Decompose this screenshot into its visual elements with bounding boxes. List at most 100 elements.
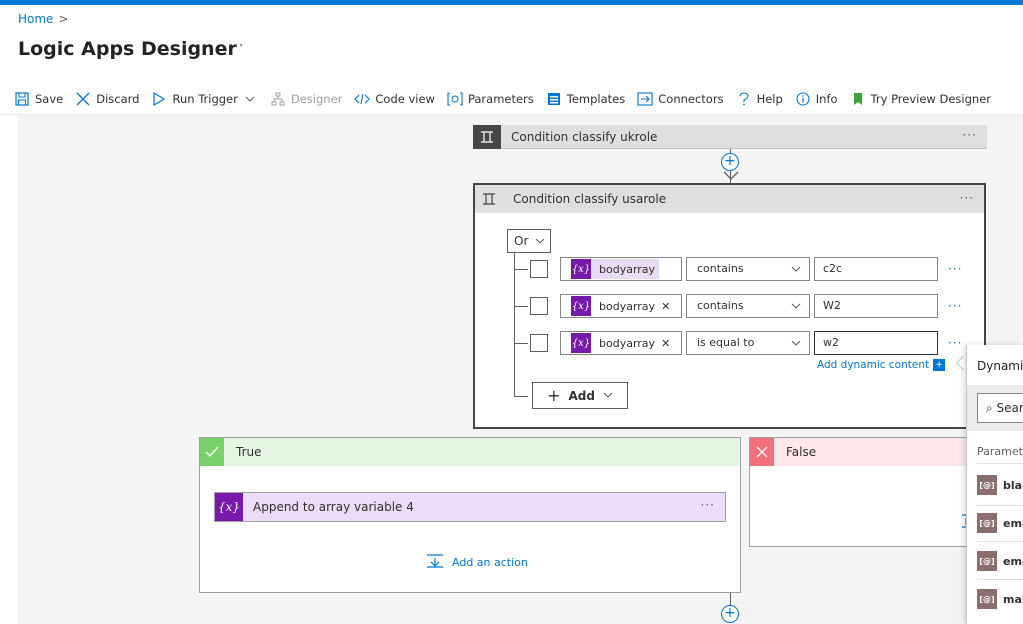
insert-step-button[interactable]: + [721, 605, 739, 623]
dynamic-item[interactable]: [@] emailaddress2 [977, 551, 1023, 571]
chevron-down-icon [535, 230, 545, 259]
divider [977, 579, 1023, 580]
condition-ukrole-more-button[interactable]: ··· [963, 128, 977, 142]
action-more-button[interactable]: ··· [701, 498, 715, 512]
row-more-button[interactable]: ··· [948, 336, 962, 350]
add-dynamic-content-link[interactable]: Add dynamic content + [817, 359, 946, 371]
token-label: bodyarray [599, 336, 656, 350]
designer-icon [270, 91, 286, 107]
true-branch-header[interactable]: True [200, 438, 740, 466]
remove-token-icon[interactable]: ✕ [661, 337, 670, 350]
parameters-label: Parameters [467, 92, 534, 106]
chevron-down-icon [791, 295, 801, 325]
tree-branch-line [514, 269, 528, 270]
add-action-label: Add an action [452, 556, 528, 569]
row-checkbox[interactable] [530, 334, 548, 352]
dynamic-item[interactable]: [@] emailaddress [977, 513, 1023, 533]
play-icon [151, 91, 167, 107]
help-button[interactable]: Help [736, 91, 783, 107]
append-array-action-card[interactable]: {x} Append to array variable 4 ··· [214, 492, 726, 522]
add-condition-button[interactable]: + Add [532, 382, 628, 409]
chevron-down-icon [603, 389, 613, 403]
save-icon [14, 91, 30, 107]
operator-select[interactable]: contains [686, 257, 810, 281]
parameters-button[interactable]: Parameters [447, 91, 534, 107]
discard-button[interactable]: Discard [75, 91, 139, 107]
true-branch: True {x} Append to array variable 4 ··· … [199, 437, 741, 593]
close-icon [75, 91, 91, 107]
left-operand-field[interactable]: {x} bodyarray ✕ [560, 331, 682, 355]
dynamic-item-label: mailbox [1003, 592, 1023, 606]
row-more-button[interactable]: ··· [948, 262, 962, 276]
false-branch-title: False [786, 445, 817, 459]
group-operator-value: Or [514, 234, 529, 248]
condition-usarole-card[interactable]: Condition classify usarole ··· Or {x} bo… [473, 183, 986, 429]
dynamic-search-area: ⌕ Search dynamic content [967, 385, 1023, 431]
run-trigger-label: Run Trigger [172, 92, 238, 106]
parameter-icon: [@] [977, 475, 997, 495]
code-icon [354, 91, 371, 107]
check-icon [200, 438, 224, 466]
condition-usarole-header[interactable]: Condition classify usarole ··· [475, 185, 984, 213]
row-checkbox[interactable] [530, 260, 548, 278]
chevron-down-icon [791, 332, 801, 362]
add-action-icon [426, 554, 444, 571]
try-preview-label: Try Preview Designer [870, 92, 991, 106]
left-operand-field[interactable]: {x} bodyarray ✕ [560, 294, 682, 318]
templates-icon [546, 91, 562, 107]
help-label: Help [756, 92, 783, 106]
connectors-button[interactable]: Connectors [637, 91, 724, 107]
variable-icon: {x} [215, 493, 243, 521]
condition-ukrole-card[interactable]: Condition classify ukrole ··· [473, 124, 987, 149]
designer-button[interactable]: Designer [270, 91, 342, 107]
add-dynamic-content-label: Add dynamic content [817, 359, 930, 371]
dynamic-item[interactable]: [@] mailbox [977, 589, 1023, 609]
remove-token-icon[interactable]: ✕ [661, 300, 670, 313]
condition-usarole-title: Condition classify usarole [513, 192, 667, 206]
top-accent-bar [0, 0, 1023, 5]
condition-icon [475, 185, 503, 213]
action-title: Append to array variable 4 [253, 500, 414, 514]
designer-canvas: Condition classify ukrole ··· + Conditio… [18, 115, 1023, 624]
breadcrumb-separator: > [58, 12, 69, 26]
true-branch-title: True [236, 445, 262, 459]
dynamic-item[interactable]: [@] blacklist [977, 475, 1023, 495]
dynamic-item-label: blacklist [1003, 478, 1023, 492]
connectors-label: Connectors [658, 92, 724, 106]
row-more-button[interactable]: ··· [948, 299, 962, 313]
right-operand-input[interactable]: W2 [814, 294, 938, 318]
parameters-icon [447, 91, 463, 107]
condition-usarole-more-button[interactable]: ··· [960, 191, 974, 205]
tree-branch-line [514, 306, 528, 307]
dynamic-content-panel: Dynamic content ⌕ Search dynamic content… [966, 345, 1023, 624]
templates-button[interactable]: Templates [546, 91, 625, 107]
variable-icon: {x} [571, 259, 591, 279]
try-preview-button[interactable]: Try Preview Designer [850, 91, 991, 107]
operator-select[interactable]: contains [686, 294, 810, 318]
code-view-button[interactable]: Code view [354, 91, 435, 107]
row-checkbox[interactable] [530, 297, 548, 315]
save-button[interactable]: Save [14, 91, 63, 107]
help-icon [736, 91, 752, 107]
connectors-icon [637, 91, 653, 107]
tree-branch-line [514, 396, 528, 397]
right-operand-input[interactable]: w2 [814, 331, 938, 355]
insert-step-button[interactable]: + [721, 153, 739, 171]
info-button[interactable]: Info [795, 91, 838, 107]
save-label: Save [35, 92, 64, 106]
add-action-link[interactable]: Add an action [426, 554, 528, 571]
chevron-down-icon [791, 258, 801, 288]
breadcrumb-home-link[interactable]: Home [18, 12, 53, 26]
run-trigger-button[interactable]: Run Trigger [151, 91, 257, 107]
dynamic-token[interactable]: {x} bodyarray [571, 259, 660, 279]
dynamic-token[interactable]: {x} bodyarray ✕ [571, 296, 675, 316]
right-operand-input[interactable]: c2c [814, 257, 938, 281]
plus-icon: + [547, 386, 561, 405]
operator-select[interactable]: is equal to [686, 331, 810, 355]
left-operand-field[interactable]: {x} bodyarray [560, 257, 682, 281]
dynamic-token[interactable]: {x} bodyarray ✕ [571, 333, 675, 353]
page-more-button[interactable]: ··· [228, 38, 244, 54]
dynamic-search-input[interactable]: ⌕ Search dynamic content [977, 393, 1023, 423]
divider [977, 541, 1023, 542]
group-operator-select[interactable]: Or [507, 229, 551, 253]
